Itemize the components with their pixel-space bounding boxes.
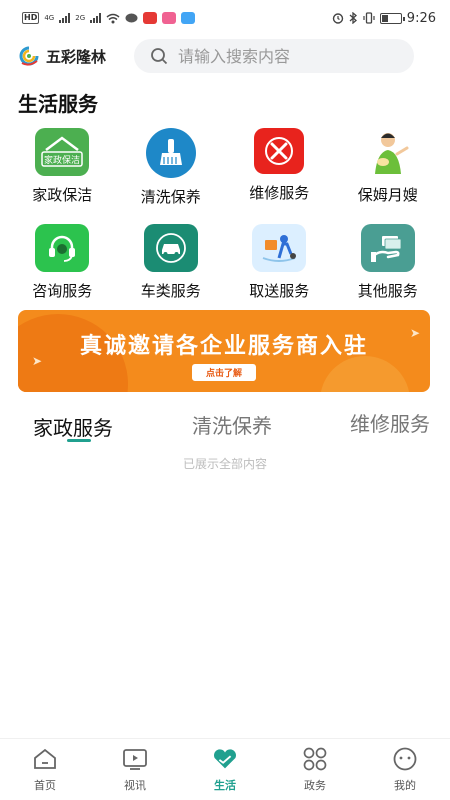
message-icon [125,13,138,22]
bluetooth-icon [349,12,357,24]
profile-icon [391,745,419,773]
service-label: 其他服务 [357,282,418,300]
service-grid: 家政保洁 家政保洁 清洗保养 维修服务 保姆月嫂 咨询服务 车类服务 取送服务 … [0,124,450,308]
app-badge-icon-2 [162,12,177,24]
logo-icon [19,46,39,66]
wifi-icon [106,13,120,23]
alarm-icon [332,13,343,24]
nav-label: 我的 [394,779,416,792]
search-icon [151,48,168,65]
signal-icon [59,13,71,23]
service-nanny[interactable]: 保姆月嫂 [334,124,443,212]
service-housekeeping[interactable]: 家政保洁 家政保洁 [8,124,117,212]
video-icon [121,745,149,773]
service-delivery[interactable]: 取送服务 [225,220,334,308]
nav-label: 视讯 [124,779,146,792]
status-bar: HD 4G 2G 9:26 [0,0,450,36]
status-bar-right: 9:26 [332,11,436,26]
battery-icon [379,12,405,24]
clock: 9:26 [406,10,436,26]
nanny-icon [361,128,415,176]
search-input[interactable] [178,46,399,66]
cleaning-brush-icon [145,128,196,178]
service-label: 车类服务 [140,282,201,300]
heart-hands-icon [211,745,239,773]
bottom-navigation: 首页 视讯 生活 政务 我的 [0,738,450,800]
tab-repair[interactable]: 维修服务 [350,408,430,437]
service-label: 清洗保养 [140,188,201,206]
repair-tools-icon [254,128,305,174]
tab-cleaning[interactable]: 清洗保养 [192,410,272,439]
service-other[interactable]: 其他服务 [334,220,443,308]
nav-label: 首页 [34,779,56,792]
network-type-2: 2G [75,13,86,22]
car-icon [143,224,198,272]
app-badge-icon [143,12,158,24]
nav-government[interactable]: 政务 [270,739,360,800]
banner-title: 真诚邀请各企业服务商入驻 [79,334,368,359]
end-of-list-note: 已展示全部内容 [182,457,267,471]
service-label: 保姆月嫂 [357,186,418,204]
housekeeping-icon: 家政保洁 [35,128,90,176]
headset-icon [35,224,90,272]
home-icon [31,745,59,773]
housekeeping-icon-text: 家政保洁 [44,154,80,166]
merchant-invite-banner[interactable]: ➤ ➤ 真诚邀请各企业服务商入驻 点击了解 [18,310,430,392]
nav-life[interactable]: 生活 [180,739,270,800]
hd-indicator: HD [22,12,40,24]
section-title: 生活服务 [18,92,98,116]
nav-video[interactable]: 视讯 [90,739,180,800]
hand-cash-icon [360,224,415,272]
signal-icon-2 [90,13,102,23]
nav-home[interactable]: 首页 [0,739,90,800]
banner-decoration [320,356,410,392]
service-cleaning[interactable]: 清洗保养 [117,124,226,212]
vibrate-icon [363,12,375,24]
service-label: 咨询服务 [32,282,93,300]
grid-icon [301,745,329,773]
nav-label: 生活 [214,779,236,792]
app-header: 五彩隆林 [0,38,450,74]
network-type-1: 4G [44,13,55,22]
service-label: 维修服务 [249,184,310,202]
app-name: 五彩隆林 [46,47,107,66]
service-label: 取送服务 [249,282,310,300]
service-repair[interactable]: 维修服务 [225,124,334,212]
service-car[interactable]: 车类服务 [117,220,226,308]
active-tab-indicator [67,439,91,442]
nav-profile[interactable]: 我的 [360,739,450,800]
delivery-icon [252,224,307,272]
service-label: 家政保洁 [32,186,93,204]
banner-learn-more-button[interactable]: 点击了解 [191,364,257,381]
tab-housekeeping[interactable]: 家政服务 [33,412,113,441]
app-logo[interactable]: 五彩隆林 [18,45,106,67]
nav-label: 政务 [304,779,326,792]
search-bar[interactable] [134,39,415,73]
service-consulting[interactable]: 咨询服务 [8,220,117,308]
status-bar-left: HD 4G 2G [22,12,196,24]
mail-icon [181,12,196,24]
